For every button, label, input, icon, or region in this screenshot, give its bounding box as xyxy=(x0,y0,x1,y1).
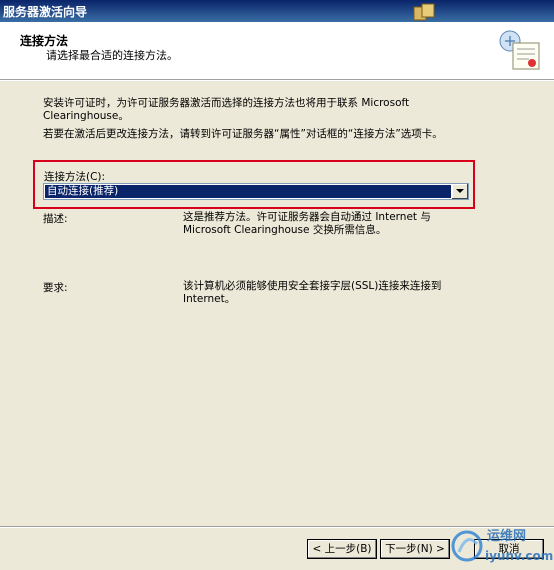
page-subtitle: 请选择最合适的连接方法。 xyxy=(46,49,178,62)
connection-method-selected[interactable]: 自动连接(推荐) xyxy=(45,185,453,198)
next-button[interactable]: 下一步(N) > xyxy=(380,539,450,559)
title-bar[interactable]: 服务器激活向导 xyxy=(0,0,554,22)
back-button[interactable]: < 上一步(B) xyxy=(307,539,377,559)
header-divider xyxy=(0,80,554,81)
wizard-header: 连接方法 请选择最合适的连接方法。 xyxy=(0,22,554,80)
license-certificate-icon xyxy=(499,30,540,70)
change-method-paragraph: 若要在激活后更改连接方法，请转到许可证服务器“属性”对话框的“连接方法”选项卡。 xyxy=(43,128,443,140)
watermark-logo: 运维网 iyunv.com xyxy=(451,528,553,563)
chevron-down-icon[interactable] xyxy=(451,184,468,199)
connection-method-label: 连接方法(C): xyxy=(44,171,106,183)
intro-paragraph: 安装许可证时，为许可证服务器激活而选择的连接方法也将用于联系 Microsoft… xyxy=(43,97,410,122)
requirement-text: 该计算机必须能够使用安全套接字层(SSL)连接来连接到 Internet。 xyxy=(183,280,442,305)
description-label: 描述: xyxy=(43,213,68,225)
window-title: 服务器激活向导 xyxy=(3,5,88,19)
requirement-label: 要求: xyxy=(43,282,68,294)
watermark-cn: 运维网 xyxy=(487,528,526,544)
watermark-domain: iyunv.com xyxy=(485,549,553,563)
connection-method-dropdown[interactable]: 自动连接(推荐) xyxy=(43,183,469,200)
description-text: 这是推荐方法。许可证服务器会自动通过 Internet 与 Microsoft … xyxy=(183,211,431,236)
activation-wizard-icon xyxy=(413,3,435,21)
